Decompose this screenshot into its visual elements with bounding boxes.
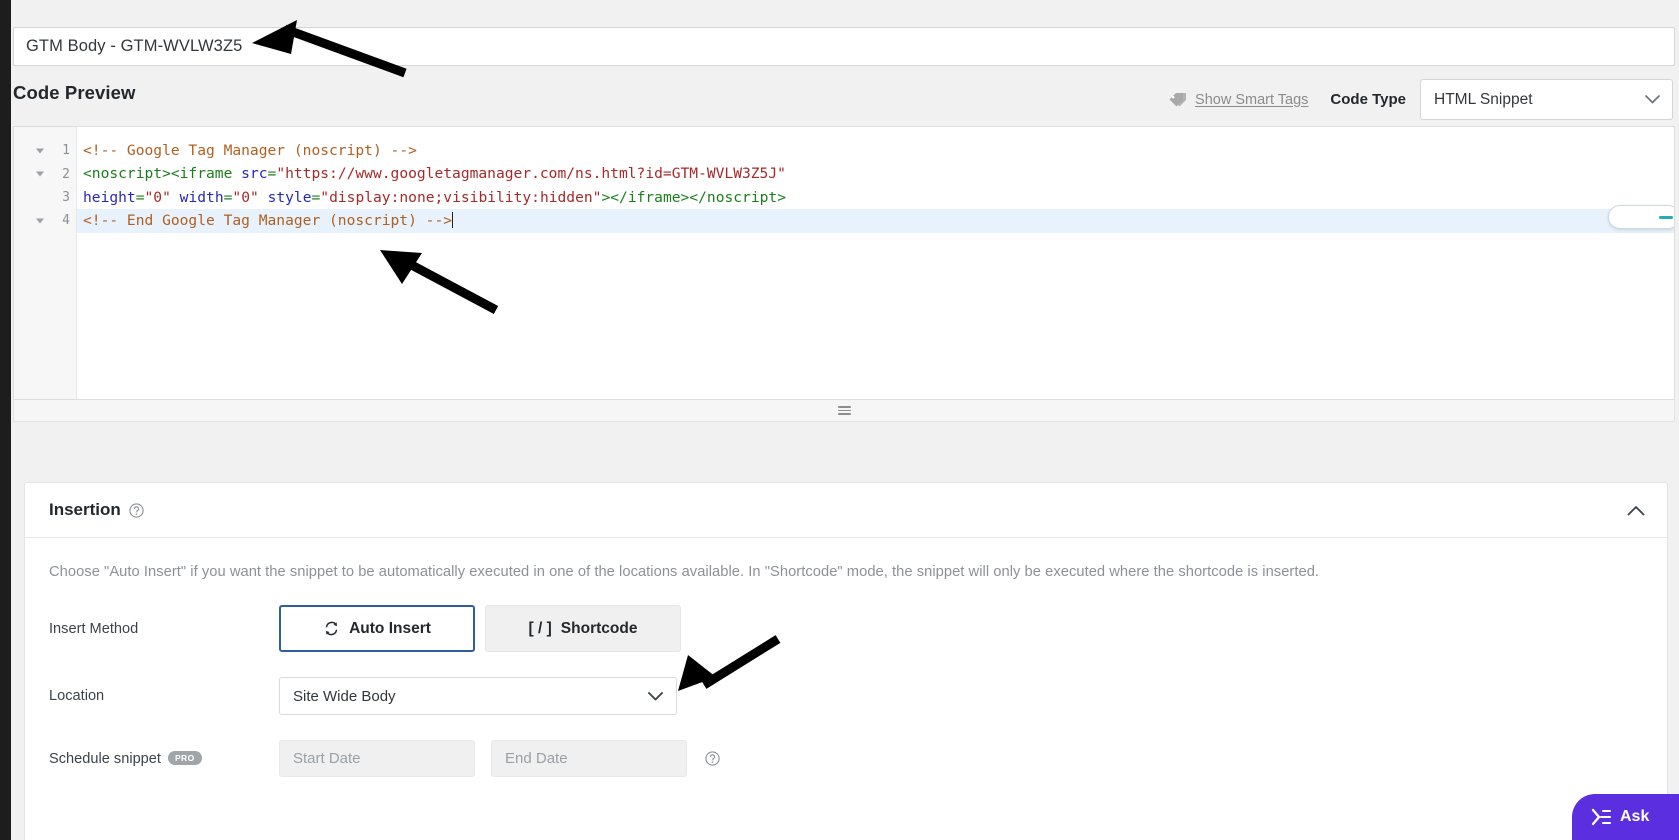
gutter-line[interactable]: 4 xyxy=(14,209,76,232)
code-token-punc: = xyxy=(135,188,145,206)
admin-sidebar-rail xyxy=(0,0,11,840)
title-band: GTM Body - GTM-WVLW3Z5 xyxy=(11,0,1679,71)
code-editor[interactable]: 1 2 3 4 <!-- Google Tag Manager (noscrip… xyxy=(13,126,1675,400)
code-token-str: "0" xyxy=(232,188,259,206)
code-token-attr: src xyxy=(241,165,268,183)
insertion-card-body: Choose "Auto Insert" if you want the sni… xyxy=(25,538,1667,777)
auto-insert-button[interactable]: Auto Insert xyxy=(279,605,475,652)
editor-gutter: 1 2 3 4 xyxy=(14,127,77,399)
shortcode-button[interactable]: [ / ] Shortcode xyxy=(485,605,681,652)
gutter-line[interactable]: 2 xyxy=(14,162,76,185)
code-token-tag: <noscript><iframe xyxy=(83,165,242,183)
editor-resize-handle[interactable] xyxy=(13,400,1675,422)
fold-arrow-icon[interactable] xyxy=(36,171,44,177)
code-text-area[interactable]: <!-- Google Tag Manager (noscript) --> <n… xyxy=(77,127,1674,399)
code-preview-toolbar: Show Smart Tags Code Type HTML Snippet xyxy=(1168,79,1673,120)
code-token-str: "display:none;visibility:hidden" xyxy=(320,188,602,206)
insert-method-row: Insert Method Auto Insert [/] Shortcod… xyxy=(47,605,1645,652)
auto-insert-label: Auto Insert xyxy=(349,619,431,637)
ask-sparkle-icon xyxy=(1590,807,1612,827)
code-type-select[interactable]: HTML Snippet xyxy=(1420,79,1673,120)
edge-widget-bar xyxy=(1659,216,1673,219)
chevron-down-icon xyxy=(1645,95,1660,104)
snippet-title-input[interactable]: GTM Body - GTM-WVLW3Z5 xyxy=(13,27,1675,66)
code-token-comment: <!-- End Google Tag Manager (noscript) -… xyxy=(83,212,453,230)
ask-label: Ask xyxy=(1620,808,1650,825)
code-token-str: "0" xyxy=(144,188,171,206)
line-number: 2 xyxy=(62,166,70,182)
insertion-card-header: Insertion xyxy=(25,483,1667,538)
resize-grip-icon xyxy=(837,406,851,415)
location-row: Location Site Wide Body xyxy=(47,677,1645,715)
code-line[interactable]: <!-- End Google Tag Manager (noscript) -… xyxy=(77,209,1674,233)
sync-icon xyxy=(323,620,340,637)
shortcode-bracket-icon: [ / ] xyxy=(528,619,552,637)
insertion-title: Insertion xyxy=(49,500,121,519)
code-preview-header: Code Preview Show Smart Tags Code Type H… xyxy=(11,71,1679,126)
fold-arrow-icon[interactable] xyxy=(36,218,44,224)
pro-badge: PRO xyxy=(167,750,202,765)
ask-assistant-button[interactable]: Ask xyxy=(1572,794,1679,840)
snippet-editor-page: GTM Body - GTM-WVLW3Z5 Code Preview Show… xyxy=(0,0,1679,840)
code-token-punc: = xyxy=(311,188,321,206)
chevron-up-icon[interactable] xyxy=(1627,505,1645,516)
insertion-card: Insertion Choose "Auto Insert" if you wa… xyxy=(24,482,1668,840)
tags-icon xyxy=(1168,92,1188,108)
code-line[interactable]: height="0" width="0" style="display:none… xyxy=(77,186,1674,209)
fold-arrow-icon[interactable] xyxy=(36,148,44,154)
code-type-value: HTML Snippet xyxy=(1434,90,1533,108)
schedule-label-text: Schedule snippet xyxy=(49,750,161,767)
location-label: Location xyxy=(49,688,105,704)
code-type-label: Code Type xyxy=(1330,91,1406,108)
code-token-tag: ></iframe></noscript> xyxy=(601,188,786,206)
question-circle-icon[interactable] xyxy=(129,502,144,518)
line-number: 3 xyxy=(62,189,70,205)
question-circle-icon[interactable] xyxy=(705,751,720,766)
shortcode-label: Shortcode xyxy=(560,619,638,637)
editor-edge-widget[interactable] xyxy=(1608,205,1674,229)
line-number: 4 xyxy=(62,213,70,229)
code-token-punc xyxy=(171,189,180,206)
gutter-line[interactable]: 3 xyxy=(14,186,76,209)
location-value: Site Wide Body xyxy=(293,687,396,705)
show-smart-tags-button[interactable]: Show Smart Tags xyxy=(1168,92,1308,108)
end-date-input[interactable]: End Date xyxy=(491,740,687,777)
insert-method-toggle-group: Auto Insert [ / ] Shortcode xyxy=(279,605,681,652)
code-preview-heading: Code Preview xyxy=(13,82,136,103)
start-date-input[interactable]: Start Date xyxy=(279,740,475,777)
text-caret xyxy=(452,212,454,229)
show-smart-tags-label: Show Smart Tags xyxy=(1195,91,1309,108)
code-line[interactable]: <!-- Google Tag Manager (noscript) --> xyxy=(77,139,1674,162)
schedule-row: Schedule snippet PRO Start Date End Date xyxy=(47,740,1645,777)
location-select[interactable]: Site Wide Body xyxy=(279,677,677,715)
code-token-attr: width xyxy=(179,188,224,206)
code-token-attr: style xyxy=(267,188,312,206)
line-number: 1 xyxy=(62,143,70,159)
code-token-punc xyxy=(259,189,268,206)
chevron-down-icon xyxy=(648,691,663,701)
insertion-description: Choose "Auto Insert" if you want the sni… xyxy=(49,564,1320,580)
code-token-punc: = xyxy=(267,165,277,183)
code-token-attr: height xyxy=(83,188,136,206)
code-line[interactable]: <noscript><iframe src="https://www.googl… xyxy=(77,162,1674,185)
code-token-comment: <!-- Google Tag Manager (noscript) --> xyxy=(83,142,417,159)
insert-method-label: Insert Method xyxy=(49,620,139,637)
section-spacer xyxy=(11,422,1679,482)
schedule-label: Schedule snippet PRO xyxy=(49,750,279,767)
gutter-line[interactable]: 1 xyxy=(14,139,76,162)
page-content: GTM Body - GTM-WVLW3Z5 Code Preview Show… xyxy=(11,0,1679,840)
code-token-str: "https://www.googletagmanager.com/ns.htm… xyxy=(276,165,786,183)
